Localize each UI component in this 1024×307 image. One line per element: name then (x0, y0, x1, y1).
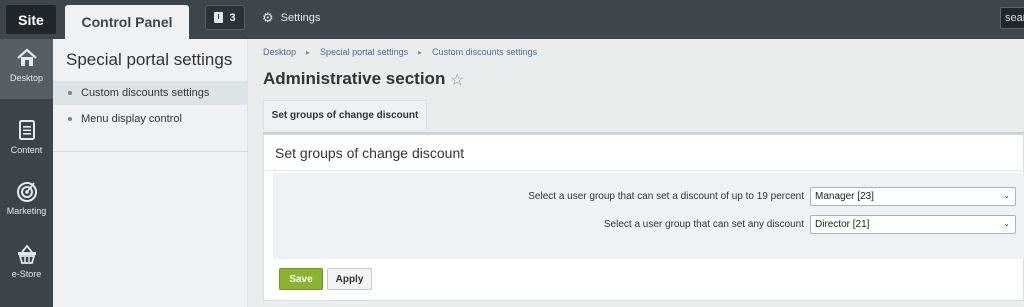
top-bar: Site Control Panel 3 ⚙ Settings search (0, 0, 1024, 39)
main-content: Desktop ▸ Special portal settings ▸ Cust… (249, 39, 1024, 307)
nav-item-label: Marketing (6, 206, 47, 216)
form-area: Select a user group that can set a disco… (273, 173, 1024, 259)
apply-button[interactable]: Apply (327, 268, 372, 290)
nav-item-label: e-Store (11, 269, 42, 279)
gear-icon: ⚙ (262, 10, 274, 25)
section-menu-item-custom-discounts[interactable]: Custom discounts settings (53, 81, 248, 105)
save-button[interactable]: Save (279, 268, 323, 290)
divider (53, 151, 248, 152)
select-value: Manager [23] (815, 191, 874, 202)
nav-item-e-store[interactable]: e-Store (0, 235, 53, 295)
star-icon[interactable]: ☆ (450, 70, 464, 90)
any-discount-group-select[interactable]: Director [21] ⌄ (810, 215, 1016, 234)
discount-19-group-select[interactable]: Manager [23] ⌄ (810, 187, 1016, 206)
settings-panel: Set groups of change discount Select a u… (263, 134, 1024, 301)
document-icon (18, 120, 35, 140)
page-title: Administrative section (263, 69, 446, 88)
breadcrumb-item[interactable]: Custom discounts settings (432, 47, 537, 57)
nav-item-label: Desktop (9, 73, 44, 83)
form-row: Select a user group that can set any dis… (604, 215, 1016, 234)
breadcrumb-item[interactable]: Special portal settings (320, 47, 408, 57)
home-icon (16, 48, 37, 66)
basket-icon (17, 244, 36, 264)
section-menu-item-menu-display[interactable]: Menu display control (53, 107, 248, 131)
tab-bar: Set groups of change discount (263, 100, 1024, 134)
nav-item-desktop[interactable]: Desktop (0, 39, 53, 99)
chevron-right-icon: ▸ (418, 47, 423, 57)
settings-link[interactable]: ⚙ Settings (262, 11, 320, 24)
notification-icon (214, 12, 224, 23)
bullet-icon (68, 117, 72, 121)
chevron-down-icon: ⌄ (1003, 219, 1010, 228)
search-input[interactable]: search (1000, 7, 1024, 29)
chevron-right-icon: ▸ (306, 47, 311, 57)
control-panel-tab[interactable]: Control Panel (65, 5, 189, 39)
chevron-down-icon: ⌄ (1003, 191, 1010, 200)
divider (264, 170, 1024, 171)
panel-title: Set groups of change discount (275, 145, 465, 161)
field-label: Select a user group that can set any dis… (603, 219, 804, 230)
left-navigation: Desktop Content Marketing e-Store (0, 39, 53, 307)
breadcrumb-item[interactable]: Desktop (263, 47, 296, 57)
section-menu-title: Special portal settings (66, 50, 233, 69)
section-menu-item-label: Menu display control (81, 113, 182, 125)
target-icon (16, 182, 37, 202)
notifications-button[interactable]: 3 (205, 5, 245, 30)
site-tab[interactable]: Site (6, 5, 56, 34)
field-label: Select a user group that can set a disco… (528, 191, 804, 202)
bullet-icon (68, 91, 72, 95)
section-menu-item-label: Custom discounts settings (81, 87, 210, 99)
breadcrumb: Desktop ▸ Special portal settings ▸ Cust… (263, 47, 537, 57)
section-menu: Special portal settings Custom discounts… (53, 39, 248, 307)
nav-item-content[interactable]: Content (0, 111, 53, 171)
settings-label: Settings (280, 11, 321, 24)
nav-item-marketing[interactable]: Marketing (0, 172, 53, 232)
nav-item-label: Content (10, 145, 43, 155)
tab-set-groups[interactable]: Set groups of change discount (263, 100, 427, 130)
notifications-count: 3 (229, 11, 236, 24)
select-value: Director [21] (815, 219, 870, 230)
form-row: Select a user group that can set a disco… (528, 187, 1016, 206)
